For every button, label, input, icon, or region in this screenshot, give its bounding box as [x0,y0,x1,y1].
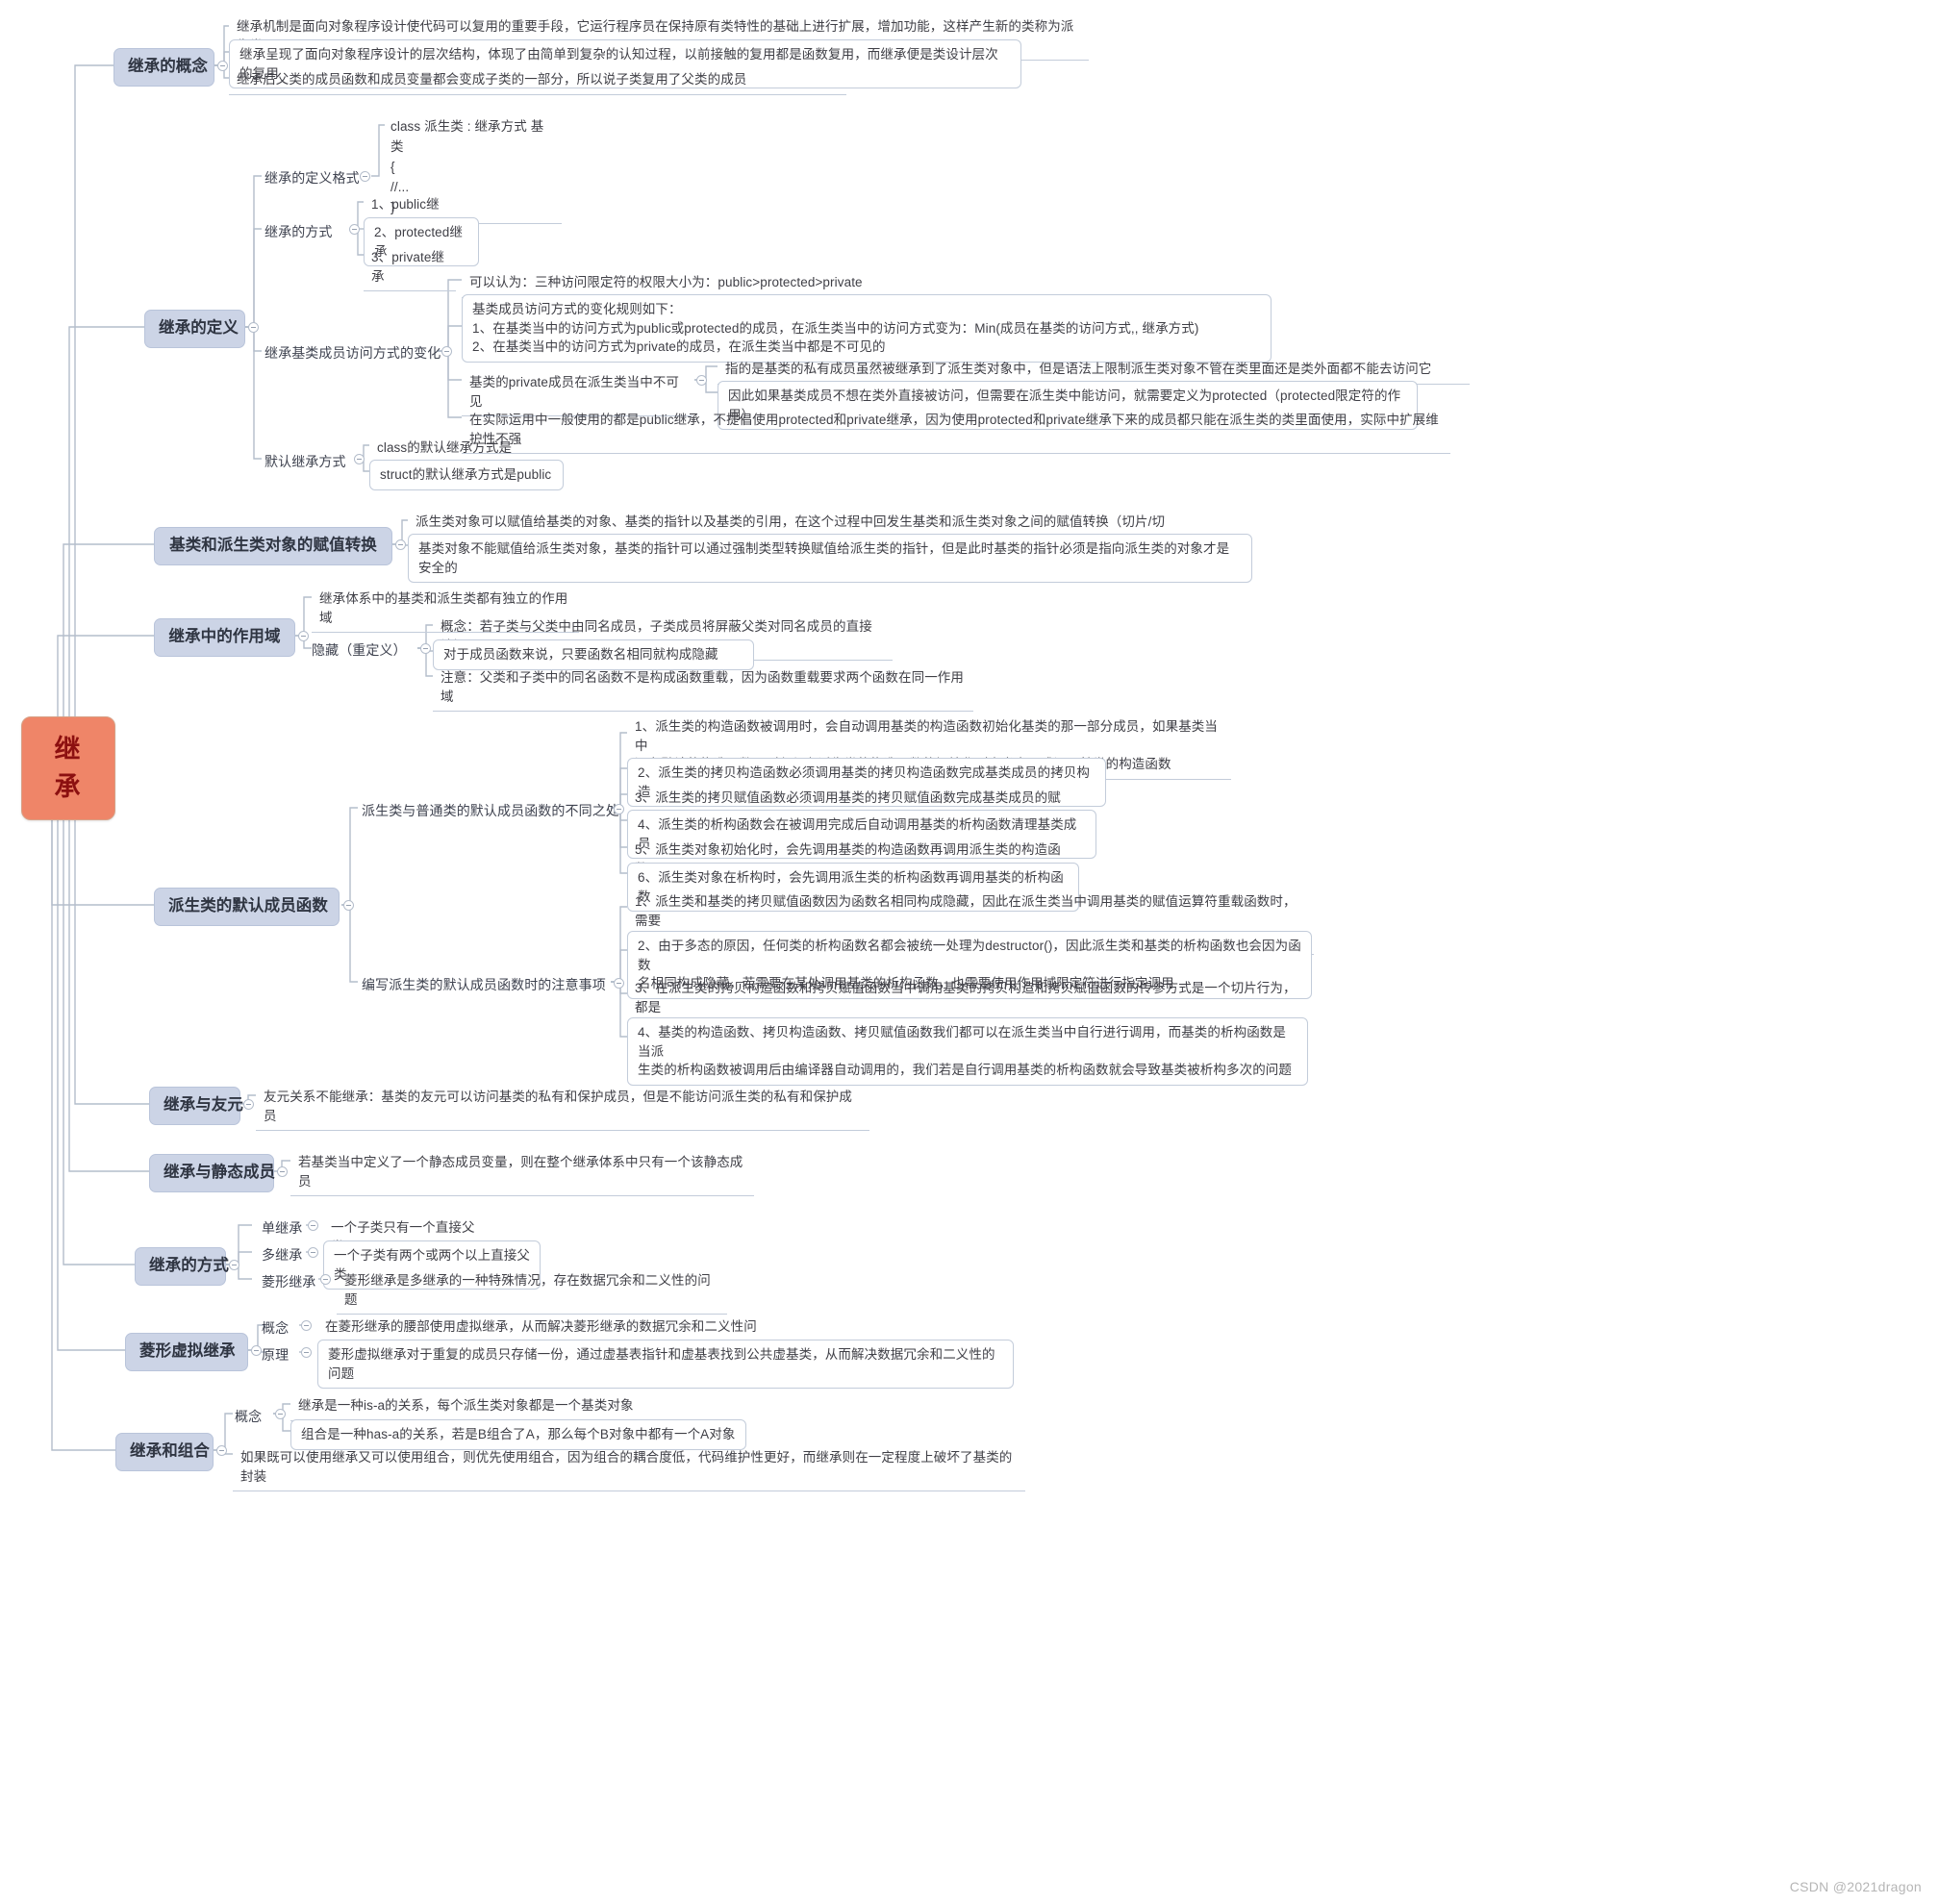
leaf-concept-3[interactable]: 继承后父类的成员函数和成员变量都会变成子类的一部分，所以说子类复用了父类的成员 [229,66,846,95]
collapse-handle-friend[interactable] [243,1099,254,1110]
collapse-handle-hiding[interactable] [420,643,431,654]
collapse-handle-virtual-principle[interactable] [301,1347,312,1358]
watermark: CSDN @2021dragon [1789,1879,1922,1894]
branch-node-compose[interactable]: 继承和组合 [115,1433,214,1471]
collapse-handle-default-mode[interactable] [354,454,365,464]
subnode-write-notes[interactable]: 编写派生类的默认成员函数时的注意事项 [362,973,606,996]
subnode-access-change[interactable]: 继承基类成员访问方式的变化 [264,341,441,364]
root-node[interactable]: 继承 [21,716,115,821]
branch-node-static[interactable]: 继承与静态成员 [149,1154,275,1192]
branch-node-friend[interactable]: 继承与友元 [149,1087,243,1125]
leaf-assign-2[interactable]: 基类对象不能赋值给派生类对象，基类的指针可以通过强制类型转换赋值给派生类的指针，… [408,534,1252,584]
collapse-handle-diff-from-normal[interactable] [614,804,624,814]
leaf-mode-private[interactable]: 3、private继承 [364,244,456,292]
collapse-handle-inherit-modes[interactable] [349,224,360,235]
subnode-compose-concept[interactable]: 概念 [235,1405,262,1428]
collapse-handle-diamond-inherit[interactable] [320,1274,331,1285]
leaf-hiding-3[interactable]: 注意：父类和子类中的同名函数不是构成函数重载，因为函数重载要求两个函数在同一作用… [433,664,973,713]
subnode-hiding[interactable]: 隐藏（重定义） [312,639,407,662]
collapse-handle-multi-inherit[interactable] [308,1247,318,1258]
leaf-compose-prefer[interactable]: 如果既可以使用继承又可以使用组合，则优先使用组合，因为组合的耦合度低，代码维护性… [233,1444,1025,1492]
leaf-diamond-inherit[interactable]: 菱形继承是多继承的一种特殊情况，存在数据冗余和二义性的问题 [337,1267,727,1315]
collapse-handle-assign[interactable] [395,539,406,550]
leaf-default-struct[interactable]: struct的默认继承方式是public [369,460,564,490]
mindmap-canvas: 继承 继承的概念 继承机制是面向对象程序设计使代码可以复用的重要手段，它运行程序… [0,0,1939,1904]
collapse-handle-definition[interactable] [248,322,259,333]
subnode-def-format[interactable]: 继承的定义格式 [264,166,360,189]
branch-node-virtual[interactable]: 菱形虚拟继承 [125,1333,248,1371]
collapse-handle-ways[interactable] [229,1260,239,1270]
branch-node-assign[interactable]: 基类和派生类对象的赋值转换 [154,527,392,565]
leaf-defaultfn-b4[interactable]: 4、基类的构造函数、拷贝构造函数、拷贝赋值函数我们都可以在派生类当中自行进行调用… [627,1017,1308,1086]
collapse-handle-scope[interactable] [298,631,309,641]
subnode-inherit-modes[interactable]: 继承的方式 [264,220,333,243]
branch-node-ways[interactable]: 继承的方式 [135,1247,229,1286]
leaf-static-1[interactable]: 若基类当中定义了一个静态成员变量，则在整个继承体系中只有一个该静态成员 [290,1149,754,1197]
collapse-handle-single-inherit[interactable] [308,1220,318,1231]
branch-node-scope[interactable]: 继承中的作用域 [154,618,295,657]
collapse-handle-virtual-concept[interactable] [301,1320,312,1331]
subnode-multi-inherit[interactable]: 多继承 [262,1243,302,1266]
subnode-default-mode[interactable]: 默认继承方式 [264,450,346,473]
branch-node-definition[interactable]: 继承的定义 [144,310,245,348]
subnode-virtual-concept[interactable]: 概念 [262,1316,289,1340]
leaf-friend-1[interactable]: 友元关系不能继承：基类的友元可以访问基类的私有和保护成员，但是不能访问派生类的私… [256,1084,869,1132]
leaf-access-rules[interactable]: 基类成员访问方式的变化规则如下： 1、在基类当中的访问方式为public或pro… [462,294,1272,363]
collapse-handle-def-format[interactable] [360,171,370,182]
subnode-virtual-principle[interactable]: 原理 [262,1343,289,1366]
collapse-handle-private-invisible[interactable] [696,375,707,386]
collapse-handle-compose[interactable] [216,1445,227,1456]
collapse-handle-virtual[interactable] [251,1345,262,1356]
collapse-handle-defaultfn[interactable] [343,900,354,911]
branch-node-concept[interactable]: 继承的概念 [113,48,214,87]
collapse-handle-write-notes[interactable] [614,978,624,989]
collapse-handle-concept[interactable] [217,61,228,71]
leaf-practical-usage[interactable]: 在实际运用中一般使用的都是public继承，不提倡使用protected和pri… [462,407,1450,455]
leaf-compose-isa[interactable]: 继承是一种is-a的关系，每个派生类对象都是一个基类对象 [290,1392,650,1421]
branch-node-defaultfn[interactable]: 派生类的默认成员函数 [154,888,340,926]
collapse-handle-static[interactable] [277,1166,288,1177]
collapse-handle-access-change[interactable] [441,346,452,357]
subnode-diamond-inherit[interactable]: 菱形继承 [262,1270,315,1293]
subnode-single-inherit[interactable]: 单继承 [262,1216,302,1240]
subnode-diff-from-normal[interactable]: 派生类与普通类的默认成员函数的不同之处 [362,799,619,822]
leaf-virtual-principle[interactable]: 菱形虚拟继承对于重复的成员只存储一份，通过虚基表指针和虚基表找到公共虚基类，从而… [317,1340,1014,1390]
collapse-handle-compose-concept[interactable] [275,1409,286,1419]
